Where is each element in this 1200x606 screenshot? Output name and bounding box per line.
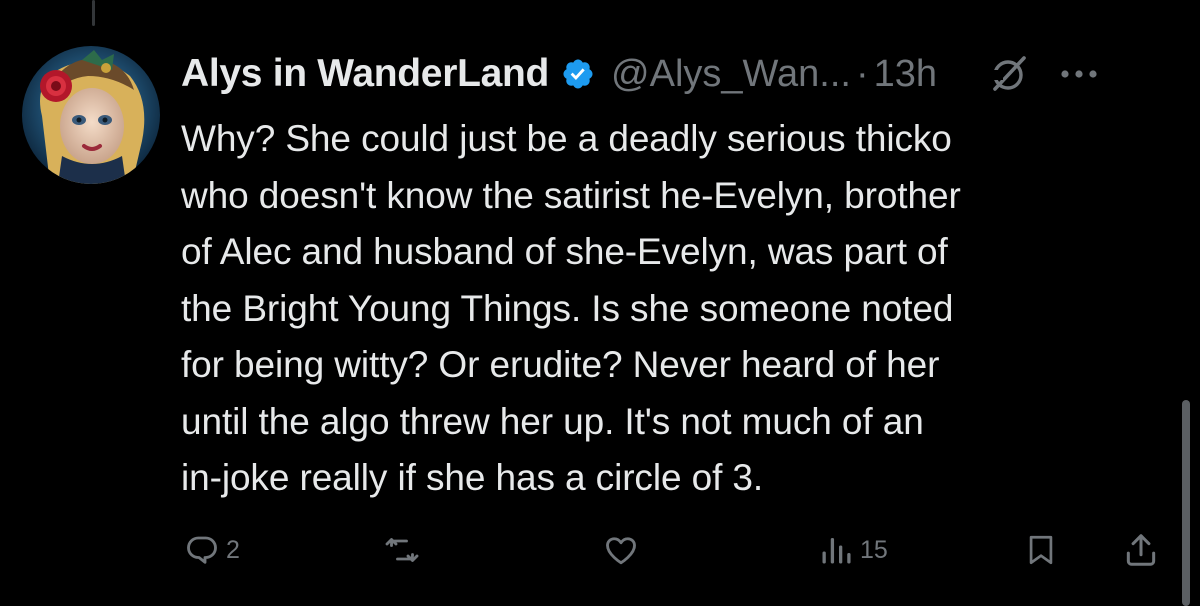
repost-icon: [382, 532, 422, 568]
reply-icon: [184, 532, 220, 568]
author-name[interactable]: Alys in WanderLand: [181, 52, 549, 96]
more-icon[interactable]: [1057, 54, 1101, 94]
bookmark-button[interactable]: [1024, 525, 1058, 575]
bookmark-icon: [1024, 531, 1058, 569]
views-icon: [818, 532, 854, 568]
action-bar: 2 15: [0, 525, 1200, 575]
verified-badge-icon[interactable]: [561, 57, 595, 91]
author-handle[interactable]: @Alys_Wan...: [611, 53, 851, 96]
views-button[interactable]: 15: [818, 525, 888, 575]
post-text: Why? She could just be a deadly serious …: [181, 118, 961, 498]
views-count: 15: [860, 535, 888, 564]
post-header: Alys in WanderLand @Alys_Wan... · 13h: [181, 48, 1180, 100]
post-timestamp[interactable]: 13h: [874, 53, 937, 96]
grok-icon[interactable]: [989, 54, 1029, 94]
share-button[interactable]: [1122, 525, 1160, 575]
scrollbar[interactable]: [1182, 400, 1190, 606]
share-icon: [1122, 531, 1160, 569]
avatar[interactable]: [22, 46, 160, 184]
avatar-image: [22, 46, 160, 184]
reply-button[interactable]: 2: [184, 525, 240, 575]
repost-button[interactable]: [382, 525, 428, 575]
thread-connector-line: [92, 0, 95, 26]
like-icon: [602, 532, 640, 568]
reply-count: 2: [226, 535, 240, 564]
like-button[interactable]: [602, 525, 646, 575]
meta-separator: ·: [855, 52, 869, 95]
